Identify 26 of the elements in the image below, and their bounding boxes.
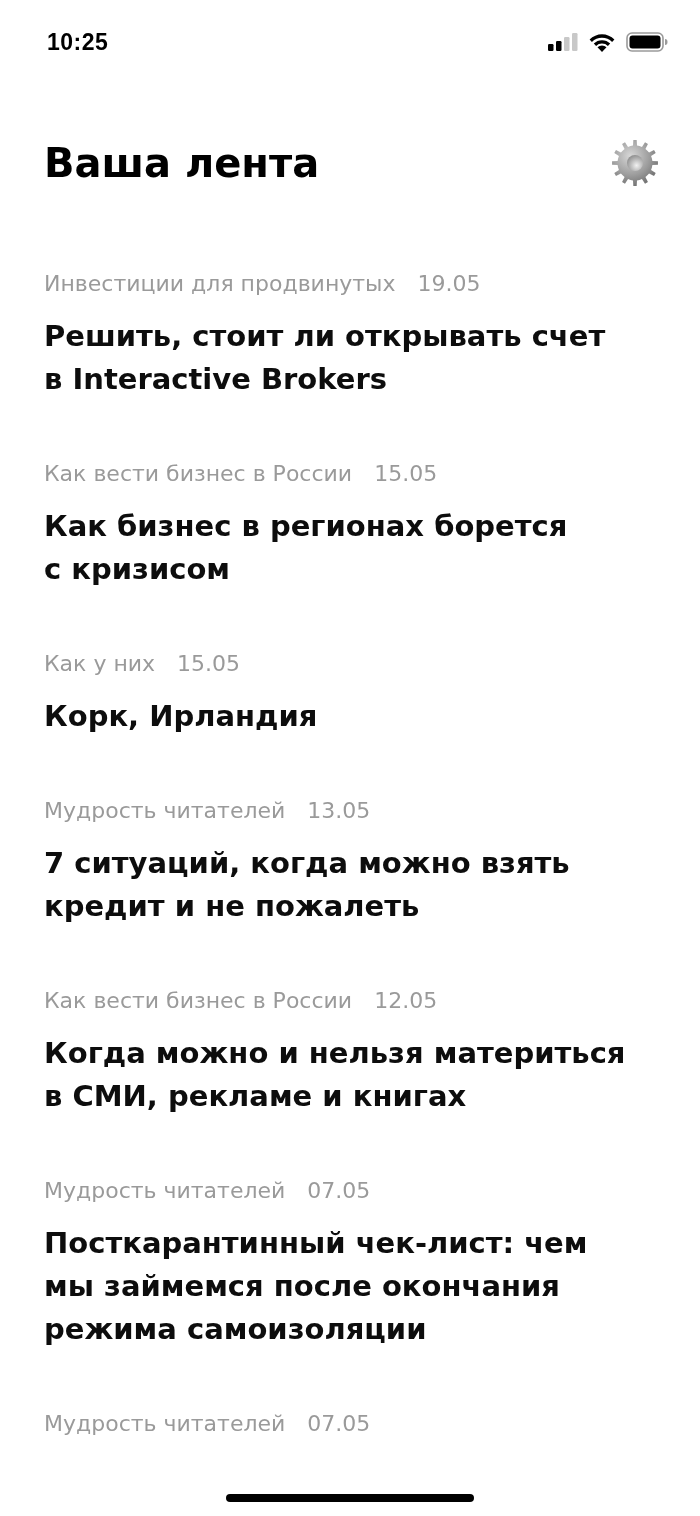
section-label: Как у них [44,650,156,678]
settings-icon[interactable] [612,140,658,186]
section-label: Мудрость читателей [44,797,286,825]
article-headline[interactable]: Корк, Ирландия [44,695,638,738]
section-label: Мудрость читателей [44,1410,286,1438]
item-date: 07.05 [307,1177,371,1205]
article-headline[interactable]: Когда можно и нельзя материться в СМИ, рекламе и книгах [44,1032,638,1118]
battery-icon [626,32,668,52]
section-label: Мудрость читателей [44,1177,286,1205]
item-date: 07.05 [307,1410,371,1438]
section-label: Как вести бизнес в России [44,987,353,1015]
section-label: Инвестиции для продвинутых [44,270,396,298]
status-time: 10:25 [47,28,109,56]
item-date: 12.05 [374,987,438,1015]
article-headline[interactable]: Решить, стоит ли открывать счет в Interactive Brokers [44,315,638,401]
section-label: Как вести бизнес в России [44,460,353,488]
article-headline[interactable]: Посткарантинный чек-лист: чем мы займемся после окончания режима самоизоляции [44,1222,638,1351]
item-date: 13.05 [307,797,371,825]
item-date: 15.05 [177,650,241,678]
article-headline[interactable]: 7 ситуаций, когда можно взять кредит и не пожалеть [44,842,638,928]
page-title: Ваша лента [44,139,320,187]
signal-icon [548,33,578,51]
item-date: 19.05 [417,270,481,298]
item-date: 15.05 [374,460,438,488]
article-headline[interactable]: Как бизнес в регионах борется с кризисом [44,505,638,591]
wifi-icon [588,32,616,52]
